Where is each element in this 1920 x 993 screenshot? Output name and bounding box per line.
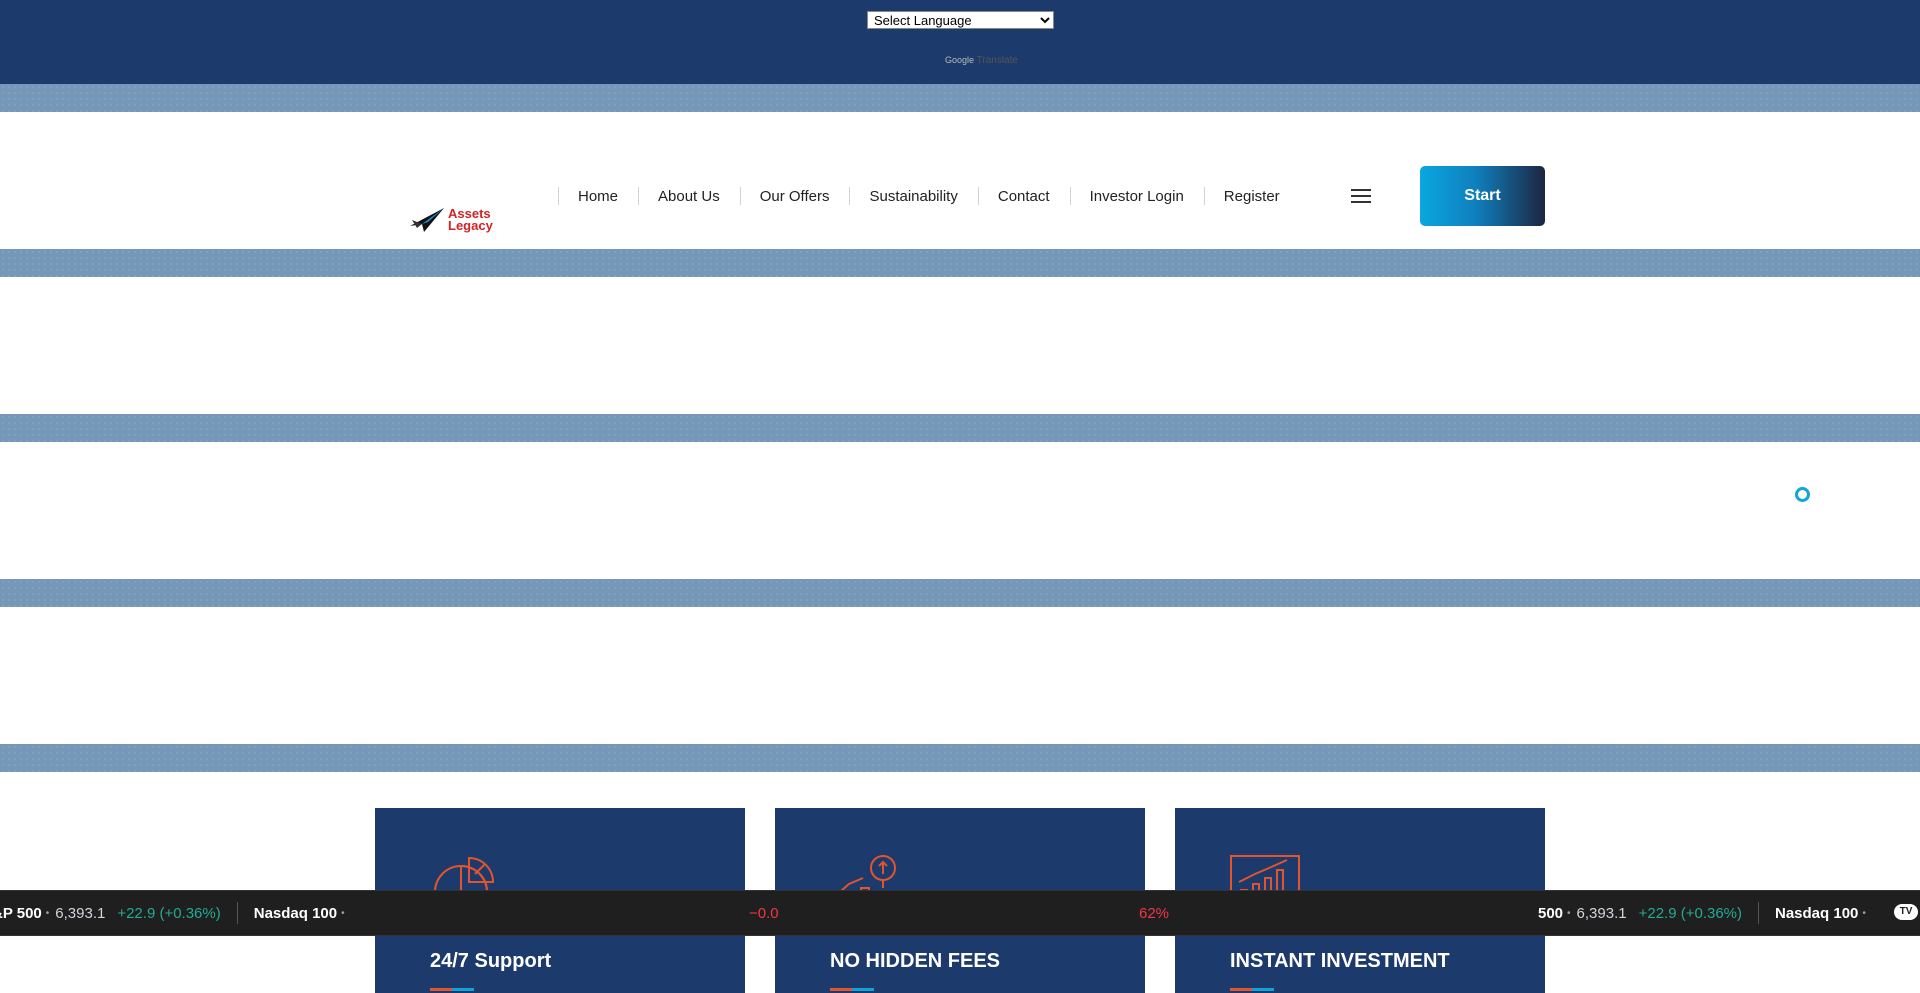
ticker-dot: •	[45, 907, 50, 919]
main-nav: Home About Us Our Offers Sustainability …	[558, 185, 1300, 207]
logo-line-2: Legacy	[448, 218, 493, 233]
ticker-price: 6,393.1	[1576, 904, 1627, 922]
logo[interactable]: Assets Legacy	[408, 206, 493, 234]
ticker-symbol: 500	[1538, 904, 1564, 922]
ticker-change: 62%	[1139, 904, 1170, 922]
decorative-band	[0, 579, 1920, 607]
nav-item-sustainability[interactable]: Sustainability	[849, 185, 977, 207]
nav-separator	[849, 187, 851, 205]
hamburger-line	[1351, 189, 1371, 191]
ticker-track: 500 • 6,393.1 +22.9 (+0.36%) Nasdaq 100 •	[1538, 891, 1872, 935]
ticker-change: +22.9 (+0.36%)	[1638, 904, 1742, 922]
feature-title: INSTANT INVESTMENT	[1230, 950, 1450, 972]
ticker-symbol: Nasdaq 100	[253, 904, 338, 922]
title-underline	[430, 988, 474, 991]
decorative-band	[0, 249, 1920, 277]
navbar	[0, 112, 1920, 249]
feature-title: 24/7 Support	[430, 950, 552, 972]
nav-link-register[interactable]: Register	[1224, 188, 1280, 205]
ticker-dot: •	[1862, 907, 1866, 919]
language-select[interactable]: Select Language	[867, 11, 1054, 29]
nav-item-investor-login[interactable]: Investor Login	[1069, 185, 1204, 207]
nav-item-register[interactable]: Register	[1203, 185, 1300, 207]
nav-separator	[1203, 187, 1205, 205]
feature-title: NO HIDDEN FEES	[830, 950, 1001, 972]
title-underline	[1230, 988, 1274, 991]
ticker-track: S&P 500• 6,393.1 +22.9 (+0.36%) Nasdaq 1…	[0, 891, 351, 935]
google-label: Google	[945, 55, 975, 65]
ticker-price: 6,393.1	[55, 904, 106, 922]
tradingview-logo-icon[interactable]: TV	[1894, 904, 1918, 920]
nav-item-about[interactable]: About Us	[638, 185, 740, 207]
hamburger-line	[1351, 195, 1371, 197]
google-translate-credit[interactable]: Google Translate	[945, 55, 1018, 66]
ticker-divider	[1758, 902, 1759, 924]
nav-item-contact[interactable]: Contact	[977, 185, 1070, 207]
nav-link-investor-login[interactable]: Investor Login	[1090, 188, 1184, 205]
ticker-dot: •	[341, 907, 345, 919]
nav-item-offers[interactable]: Our Offers	[739, 185, 850, 207]
ticker-change: +22.9 (+0.36%)	[117, 904, 221, 922]
ticker-tape[interactable]: S&P 500• 6,393.1 +22.9 (+0.36%) Nasdaq 1…	[0, 890, 1920, 936]
ticker-item[interactable]: Nasdaq 100 •	[1775, 905, 1872, 922]
ticker-symbol: S&P 500	[0, 904, 42, 922]
decorative-band	[0, 744, 1920, 772]
nav-item-home[interactable]: Home	[558, 185, 638, 207]
decorative-band	[0, 414, 1920, 442]
ticker-symbol: Nasdaq 100	[1775, 904, 1859, 922]
nav-link-sustainability[interactable]: Sustainability	[869, 188, 957, 205]
nav-separator	[977, 187, 979, 205]
start-button[interactable]: Start	[1420, 166, 1545, 226]
jet-logo-icon	[410, 208, 444, 232]
nav-link-about[interactable]: About Us	[658, 188, 720, 205]
ticker-change: −0.0	[749, 904, 779, 922]
hamburger-icon[interactable]	[1351, 189, 1371, 203]
ticker-track: −0.0	[749, 891, 779, 935]
logo-text: Assets Legacy	[446, 207, 493, 233]
translate-label: Translate	[976, 55, 1018, 66]
nav-link-contact[interactable]: Contact	[998, 188, 1050, 205]
ticker-dot: •	[1567, 907, 1571, 919]
ticker-track: 62%	[1139, 891, 1169, 935]
decorative-band	[0, 84, 1920, 112]
hamburger-line	[1351, 201, 1371, 203]
ticker-item[interactable]: 500 • 6,393.1 +22.9 (+0.36%)	[1538, 902, 1775, 924]
nav-separator	[638, 187, 640, 205]
loading-spinner-icon	[1795, 487, 1810, 502]
ticker-item[interactable]: S&P 500• 6,393.1 +22.9 (+0.36%)	[0, 902, 254, 924]
nav-separator	[739, 187, 741, 205]
nav-link-home[interactable]: Home	[578, 188, 618, 205]
top-bar: Select Language Google Translate	[0, 0, 1920, 84]
ticker-divider	[236, 902, 238, 924]
title-underline	[830, 988, 874, 991]
nav-separator	[558, 187, 559, 205]
nav-separator	[1069, 187, 1071, 205]
ticker-item[interactable]: Nasdaq 100 •	[254, 905, 351, 922]
nav-link-offers[interactable]: Our Offers	[760, 188, 830, 205]
